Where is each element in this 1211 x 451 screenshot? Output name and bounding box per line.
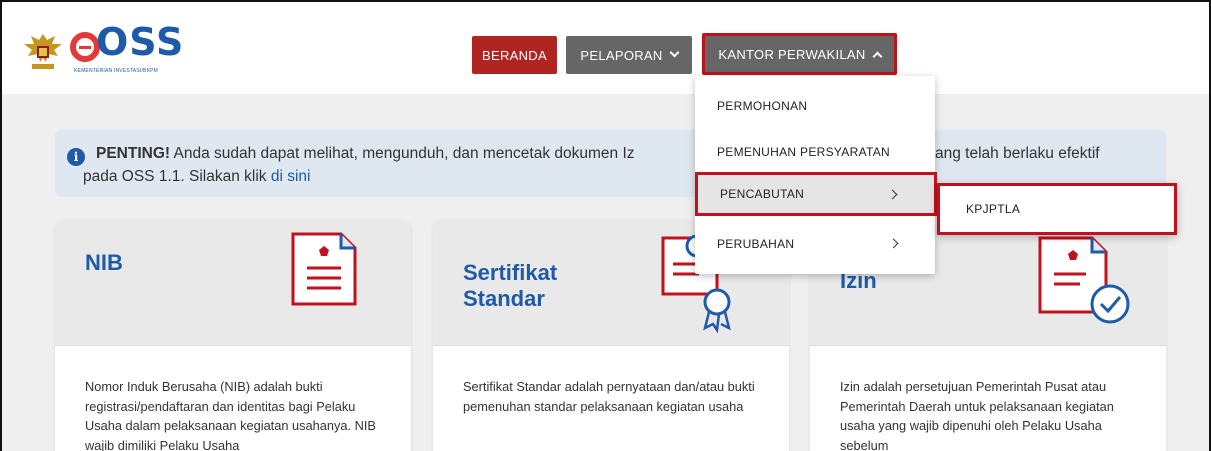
alert-text-part2: ang telah berlaku efektif <box>935 145 1100 162</box>
menu-item-label: PEMENUHAN PERSYARATAN <box>717 145 890 159</box>
alert-text-part1: Anda sudah dapat melihat, mengunduh, dan… <box>170 145 635 162</box>
card-description: Nomor Induk Berusaha (NIB) adalah bukti … <box>85 379 376 451</box>
nav-beranda-label: BERANDA <box>482 47 547 63</box>
submenu-item-kpjptla[interactable]: KPJPTLA <box>966 202 1020 216</box>
nav-kantor-perwakilan-label: KANTOR PERWAKILAN <box>718 46 866 62</box>
card-description: Izin adalah persetujuan Pemerintah Pusat… <box>840 379 1114 451</box>
document-icon <box>289 230 361 308</box>
menu-item-label: PERMOHONAN <box>717 99 808 113</box>
nav-kantor-perwakilan-button[interactable]: KANTOR PERWAKILAN <box>702 33 897 75</box>
chevron-up-icon <box>872 51 883 61</box>
logo-text: OSS <box>96 20 185 64</box>
chevron-down-icon <box>669 47 680 58</box>
pencabutan-submenu: KPJPTLA <box>937 183 1177 235</box>
alert-strong: PENTING! <box>96 145 171 162</box>
logo-subtext: KEMENTERIAN INVESTASI/BKPM <box>74 68 159 74</box>
nav-pelaporan-label: PELAPORAN <box>580 47 663 63</box>
card-nib[interactable]: NIB Nomor Induk Berusaha (NIB) adalah bu… <box>55 220 411 451</box>
card-title: Sertifikat Standar <box>463 260 558 312</box>
kantor-perwakilan-dropdown: PERMOHONAN PEMENUHAN PERSYARATAN PENCABU… <box>695 76 937 274</box>
alert-text-line2: pada OSS 1.1. Silakan klik di sini <box>83 168 310 186</box>
menu-item-perubahan[interactable]: PERUBAHAN <box>695 226 935 262</box>
app-frame: OSS KEMENTERIAN INVESTASI/BKPM BERANDA P… <box>0 0 1211 451</box>
header: OSS KEMENTERIAN INVESTASI/BKPM BERANDA P… <box>2 2 1209 94</box>
approved-document-icon <box>1036 234 1136 334</box>
menu-item-label: PERUBAHAN <box>717 237 795 251</box>
menu-item-pemenuhan-persyaratan[interactable]: PEMENUHAN PERSYARATAN <box>695 134 935 170</box>
alert-text-line1: PENTING! Anda sudah dapat melihat, mengu… <box>96 145 635 163</box>
chevron-right-icon <box>887 189 898 200</box>
menu-item-permohonan[interactable]: PERMOHONAN <box>695 88 935 124</box>
nav-beranda-button[interactable]: BERANDA <box>472 36 557 74</box>
alert-text-line2-text: pada OSS 1.1. Silakan klik <box>83 168 271 185</box>
alert-link-di-sini[interactable]: di sini <box>271 168 311 185</box>
card-description: Sertifikat Standar adalah pernyataan dan… <box>463 379 755 414</box>
oss-logo[interactable]: OSS KEMENTERIAN INVESTASI/BKPM <box>70 20 183 80</box>
menu-item-pencabutan[interactable]: PENCABUTAN <box>695 172 937 216</box>
nav-pelaporan-button[interactable]: PELAPORAN <box>566 36 692 74</box>
garuda-emblem-icon <box>22 30 64 74</box>
card-title: NIB <box>85 250 123 275</box>
card-header: NIB <box>55 220 411 346</box>
info-icon: i <box>67 148 85 166</box>
menu-item-label: PENCABUTAN <box>720 187 805 201</box>
chevron-right-icon <box>888 238 899 249</box>
